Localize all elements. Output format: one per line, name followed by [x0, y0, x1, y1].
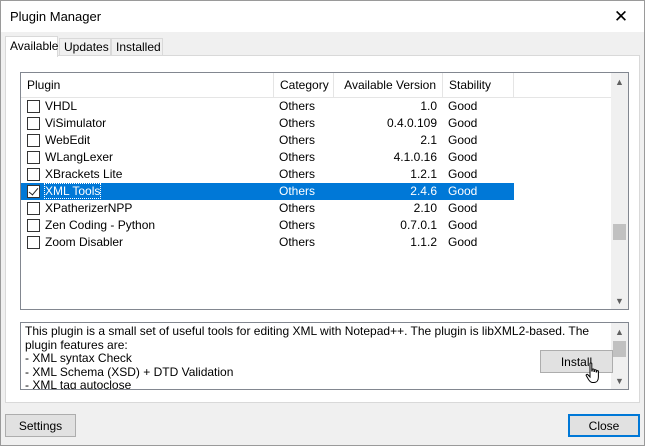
- plugin-version: 1.2.1: [410, 167, 437, 181]
- plugin-category: Others: [279, 218, 316, 232]
- tab-installed[interactable]: Installed: [111, 38, 163, 56]
- scroll-down-icon[interactable]: ▼: [611, 292, 628, 309]
- plugin-name: WLangLexer: [45, 150, 114, 164]
- table-row[interactable]: XPatherizerNPP Others 2.10 Good: [21, 200, 514, 217]
- plugin-description-box[interactable]: This plugin is a small set of useful too…: [20, 322, 629, 390]
- plugin-category: Others: [279, 235, 316, 249]
- plugin-stability: Good: [448, 116, 478, 130]
- tab-available[interactable]: Available: [5, 36, 58, 57]
- plugin-stability: Good: [448, 201, 478, 215]
- plugin-stability: Good: [448, 133, 478, 147]
- scroll-up-icon[interactable]: ▲: [611, 73, 628, 90]
- plugin-version: 1.1.2: [410, 235, 437, 249]
- plugin-category: Others: [279, 184, 316, 198]
- plugin-stability: Good: [448, 184, 478, 198]
- plugin-category: Others: [279, 201, 316, 215]
- plugin-version: 2.4.6: [410, 184, 437, 198]
- plugin-category: Others: [279, 133, 316, 147]
- table-row[interactable]: VHDL Others 1.0 Good: [21, 98, 514, 115]
- table-row[interactable]: XBrackets Lite Others 1.2.1 Good: [21, 166, 514, 183]
- column-header-stability[interactable]: Stability: [443, 73, 514, 98]
- plugin-version: 0.7.0.1: [400, 218, 437, 232]
- plugin-name: ViSimulator: [45, 116, 107, 130]
- plugin-list[interactable]: Plugin Category Available Version Stabil…: [20, 72, 629, 310]
- scroll-down-icon[interactable]: ▼: [611, 372, 628, 389]
- row-checkbox[interactable]: [27, 185, 40, 198]
- row-checkbox[interactable]: [27, 134, 40, 147]
- plugin-version: 2.1: [420, 133, 437, 147]
- scroll-thumb[interactable]: [613, 341, 626, 357]
- plugin-stability: Good: [448, 150, 478, 164]
- table-row[interactable]: Zen Coding - Python Others 0.7.0.1 Good: [21, 217, 514, 234]
- plugin-name: VHDL: [45, 99, 78, 113]
- plugin-version: 4.1.0.16: [393, 150, 437, 164]
- plugin-stability: Good: [448, 235, 478, 249]
- plugin-version: 2.10: [413, 201, 437, 215]
- table-row[interactable]: XML Tools Others 2.4.6 Good: [21, 183, 514, 200]
- list-header: Plugin Category Available Version Stabil…: [21, 73, 614, 98]
- plugin-version: 0.4.0.109: [386, 116, 437, 130]
- settings-button[interactable]: Settings: [5, 414, 76, 437]
- row-checkbox[interactable]: [27, 117, 40, 130]
- plugin-name: Zoom Disabler: [45, 235, 124, 249]
- tab-updates[interactable]: Updates: [59, 38, 111, 56]
- plugin-stability: Good: [448, 218, 478, 232]
- title-bar: Plugin Manager ✕: [1, 1, 644, 32]
- window-close-icon[interactable]: ✕: [598, 1, 644, 32]
- plugin-category: Others: [279, 99, 316, 113]
- plugin-category: Others: [279, 150, 316, 164]
- scroll-thumb[interactable]: [613, 224, 626, 240]
- plugin-category: Others: [279, 116, 316, 130]
- column-header-category[interactable]: Category: [274, 73, 334, 98]
- table-row[interactable]: ViSimulator Others 0.4.0.109 Good: [21, 115, 514, 132]
- description-scrollbar[interactable]: ▲ ▼: [611, 323, 628, 389]
- window-title: Plugin Manager: [10, 9, 102, 24]
- plugin-name: XML Tools: [43, 183, 102, 199]
- table-row[interactable]: WLangLexer Others 4.1.0.16 Good: [21, 149, 514, 166]
- plugin-version: 1.0: [420, 99, 437, 113]
- list-scrollbar[interactable]: ▲ ▼: [611, 73, 628, 309]
- row-checkbox[interactable]: [27, 236, 40, 249]
- row-checkbox[interactable]: [27, 219, 40, 232]
- plugin-stability: Good: [448, 167, 478, 181]
- column-header-version[interactable]: Available Version: [334, 73, 443, 98]
- plugin-description-text: This plugin is a small set of useful too…: [25, 324, 590, 390]
- plugin-name: WebEdit: [45, 133, 91, 147]
- plugin-category: Others: [279, 167, 316, 181]
- scroll-up-icon[interactable]: ▲: [611, 323, 628, 340]
- row-checkbox[interactable]: [27, 168, 40, 181]
- plugin-name: Zen Coding - Python: [45, 218, 156, 232]
- plugin-stability: Good: [448, 99, 478, 113]
- plugin-manager-window: Plugin Manager ✕ Available Updates Insta…: [0, 0, 645, 446]
- table-row[interactable]: Zoom Disabler Others 1.1.2 Good: [21, 234, 514, 251]
- row-checkbox[interactable]: [27, 202, 40, 215]
- column-header-plugin[interactable]: Plugin: [21, 73, 274, 98]
- table-row[interactable]: WebEdit Others 2.1 Good: [21, 132, 514, 149]
- close-button[interactable]: Close: [568, 414, 640, 437]
- plugin-name: XPatherizerNPP: [45, 201, 133, 215]
- tab-panel-available: Plugin Category Available Version Stabil…: [5, 55, 640, 403]
- hand-pointer-icon: [585, 362, 599, 383]
- row-checkbox[interactable]: [27, 100, 40, 113]
- plugin-name: XBrackets Lite: [45, 167, 123, 181]
- row-checkbox[interactable]: [27, 151, 40, 164]
